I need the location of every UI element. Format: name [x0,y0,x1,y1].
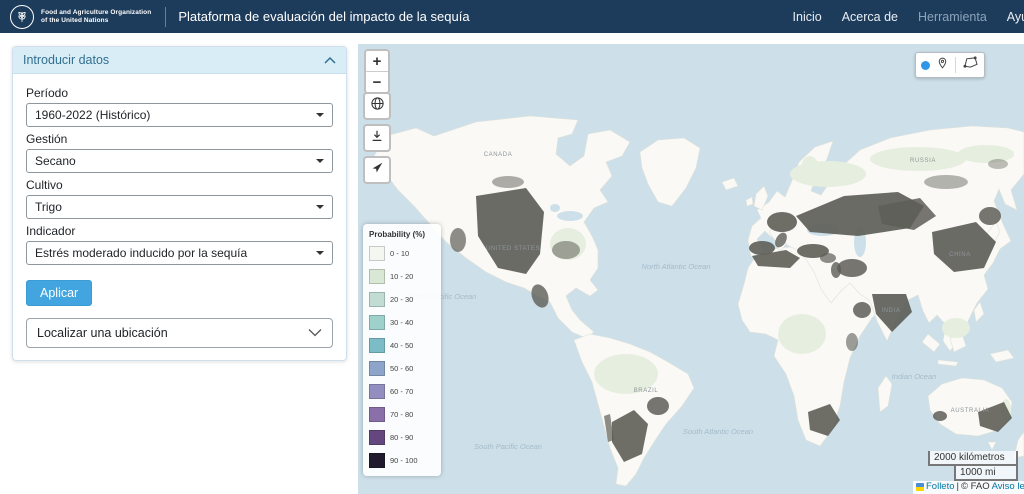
main-nav: Inicio Acerca de Herramienta Ayuda [793,10,1024,24]
periodo-select[interactable]: 1960-2022 (Histórico) [26,103,333,127]
map-attribution: Folleto | © FAO Aviso legal [913,481,1024,494]
legend-item: 90 - 100 [369,449,435,472]
legend-item: 50 - 60 [369,357,435,380]
flag-icon [916,483,924,491]
download-icon [370,129,384,148]
locate-location-accordion[interactable]: Localizar una ubicación [26,318,333,348]
legend-item: 60 - 70 [369,380,435,403]
field-gestion: Gestión Secano [26,132,333,173]
periodo-label: Período [26,86,333,100]
fao-logo[interactable]: Food and Agriculture Organization of the… [0,5,151,29]
map-pin-icon [936,56,949,75]
locate-me-button[interactable] [363,156,391,184]
pin-tool-button[interactable] [936,56,949,75]
point-select-tool-button[interactable] [921,61,930,70]
country-label: AUSTRALIA [951,408,990,414]
zoom-control: + − [364,49,390,94]
nav-item-ayuda[interactable]: Ayuda [1007,10,1024,24]
ocean-label: South Atlantic Ocean [683,427,753,436]
tool-divider [955,57,956,73]
indicador-label: Indicador [26,224,333,238]
probability-legend: Probability (%) 0 - 10 10 - 20 20 - 30 3… [363,224,441,476]
gestion-select-wrap: Secano [26,149,333,173]
legal-notice-link[interactable]: Aviso legal [992,481,1024,493]
legend-title: Probability (%) [369,230,435,239]
header-divider [165,7,166,27]
gestion-select[interactable]: Secano [26,149,333,173]
country-label: CHINA [949,252,971,258]
attribution-copyright: © FAO [961,481,990,493]
nav-item-acerca-de[interactable]: Acerca de [842,10,898,24]
nav-item-inicio[interactable]: Inicio [793,10,822,24]
map-container[interactable]: North Pacific Ocean South Pacific Ocean … [358,44,1024,494]
gestion-label: Gestión [26,132,333,146]
chevron-up-icon [324,53,336,67]
cultivo-select-wrap: Trigo [26,195,333,219]
legend-swatch [369,246,385,261]
country-label: INDIA [881,308,900,314]
ocean-label: Indian Ocean [892,372,937,381]
country-label: BRAZIL [634,388,659,394]
field-cultivo: Cultivo Trigo [26,178,333,219]
panel-body: Período 1960-2022 (Histórico) Gestión Se… [13,74,346,360]
chevron-down-icon [308,326,322,340]
polygon-tool-button[interactable] [962,56,979,74]
cultivo-select[interactable]: Trigo [26,195,333,219]
point-marker-icon [921,61,930,70]
legend-item: 80 - 90 [369,426,435,449]
input-panel: Introducir datos Período 1960-2022 (Hist… [12,46,347,361]
scale-kilometers: 2000 kilómetros [928,451,1018,466]
country-label: RUSSIA [910,158,936,164]
apply-button[interactable]: Aplicar [26,280,92,306]
legend-swatch [369,453,385,468]
selection-tools [915,52,985,78]
legend-swatch [369,384,385,399]
legend-item: 20 - 30 [369,288,435,311]
country-label: UNITED STATES [486,246,540,252]
field-periodo: Período 1960-2022 (Histórico) [26,86,333,127]
leaflet-link[interactable]: Folleto [926,481,955,493]
legend-swatch [369,315,385,330]
scale-control: 2000 kilómetros 1000 mi [928,451,1018,481]
indicador-select-wrap: Estrés moderado inducido por la sequía [26,241,333,265]
ocean-label: South Pacific Ocean [474,442,542,451]
attribution-separator: | [957,481,959,493]
indicador-select[interactable]: Estrés moderado inducido por la sequía [26,241,333,265]
download-button[interactable] [363,124,391,152]
navigation-arrow-icon [371,161,384,179]
legend-item: 0 - 10 [369,242,435,265]
country-label: CANADA [484,152,513,158]
polygon-icon [962,56,979,74]
scale-miles: 1000 mi [954,466,1018,481]
zoom-in-button[interactable]: + [366,51,388,72]
zoom-out-button[interactable]: − [366,72,388,92]
cultivo-label: Cultivo [26,178,333,192]
org-name-line1: Food and Agriculture Organization [41,9,151,17]
periodo-select-wrap: 1960-2022 (Histórico) [26,103,333,127]
legend-item: 30 - 40 [369,311,435,334]
app-header: Food and Agriculture Organization of the… [0,0,1024,33]
field-indicador: Indicador Estrés moderado inducido por l… [26,224,333,265]
legend-item: 40 - 50 [369,334,435,357]
legend-swatch [369,430,385,445]
nav-item-herramienta[interactable]: Herramienta [918,10,987,24]
fao-emblem-icon [10,5,34,29]
legend-swatch [369,407,385,422]
legend-swatch [369,292,385,307]
panel-title: Introducir datos [23,53,109,67]
legend-swatch [369,269,385,284]
org-name: Food and Agriculture Organization of the… [41,9,151,25]
panel-header-introducir-datos[interactable]: Introducir datos [13,47,346,74]
legend-swatch [369,338,385,353]
world-map[interactable]: North Pacific Ocean South Pacific Ocean … [358,44,1024,494]
org-name-line2: of the United Nations [41,17,151,25]
globe-icon [370,96,385,116]
legend-item: 70 - 80 [369,403,435,426]
page-title: Plataforma de evaluación del impacto de … [178,9,469,24]
ocean-label: North Atlantic Ocean [642,262,711,271]
legend-swatch [369,361,385,376]
locate-label: Localizar una ubicación [37,326,168,340]
legend-item: 10 - 20 [369,265,435,288]
globe-reset-button[interactable] [363,92,391,120]
